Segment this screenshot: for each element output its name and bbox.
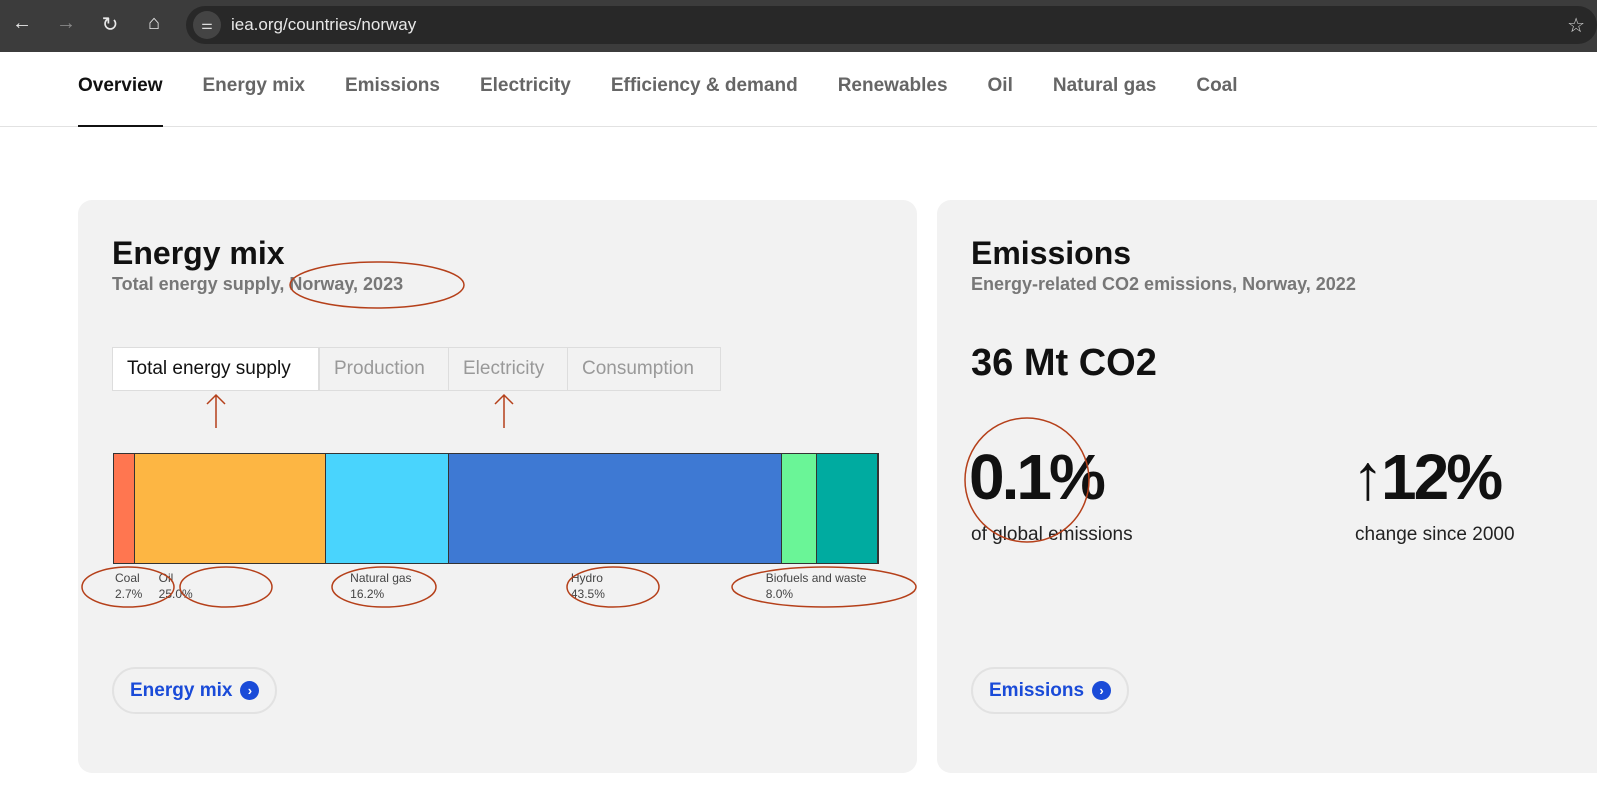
site-settings-icon[interactable]: ⚌ [193,11,221,39]
bar-segment-coal[interactable] [114,454,135,563]
global-share-caption: of global emissions [971,524,1133,545]
emissions-link-label: Emissions [989,679,1085,701]
nav-tab-efficiency-demand[interactable]: Efficiency & demand [611,52,798,127]
bar-label-value: 25.0% [158,587,193,601]
energy-mix-bar [113,453,879,564]
emissions-total: 36 Mt CO2 [971,342,1157,384]
home-icon[interactable]: ⌂ [140,12,168,35]
reload-icon[interactable]: ↻ [96,12,124,37]
toggle-total-energy-supply[interactable]: Total energy supply [112,347,319,391]
change-value: ↑12% [1352,441,1503,513]
bookmark-star-icon[interactable]: ☆ [1567,13,1585,38]
bar-label-value: 8.0% [765,587,794,601]
bar-label-name: Hydro [570,571,603,585]
forward-icon[interactable]: → [52,12,80,35]
nav-tab-coal[interactable]: Coal [1196,52,1237,127]
chevron-right-icon: › [1092,681,1112,700]
nav-tab-overview[interactable]: Overview [78,52,163,127]
energy-mix-card: Energy mix Total energy supply, Norway, … [78,200,917,773]
change-caption: change since 2000 [1355,524,1515,545]
energy-mix-subtitle: Total energy supply, Norway, 2023 [112,274,404,294]
nav-tab-emissions[interactable]: Emissions [345,52,440,127]
country-nav: Overview Energy mix Emissions Electricity Ef… [0,52,1597,127]
bar-label-name: Coal [115,571,140,585]
bar-segment-natural-gas[interactable] [325,454,450,563]
bar-label: Oil 25.0% [159,570,193,602]
emissions-card: Emissions Energy-related CO2 emissions, … [937,200,1597,773]
browser-toolbar: ← → ↻ ⌂ ⚌ iea.org/countries/norway ☆ [0,0,1597,52]
bar-segment-unlabeled[interactable] [781,454,817,563]
bar-label: Biofuels and waste 8.0% [766,570,867,602]
emissions-title: Emissions [971,235,1132,271]
nav-tab-natural-gas[interactable]: Natural gas [1053,52,1156,127]
bar-label-name: Natural gas [350,571,412,585]
bar-label-name: Oil [158,571,174,585]
bar-label-value: 16.2% [350,587,385,601]
emissions-subtitle: Energy-related CO2 emissions, Norway, 20… [971,274,1356,294]
toggle-electricity[interactable]: Electricity [448,347,568,391]
url-text[interactable]: iea.org/countries/norway [231,15,416,35]
bar-label-value: 43.5% [570,587,605,601]
toggle-consumption[interactable]: Consumption [567,347,721,391]
energy-mix-link[interactable]: Energy mix › [112,667,278,714]
global-share-value: 0.1% [969,441,1106,513]
back-icon[interactable]: ← [8,12,36,35]
chevron-right-icon: › [240,681,260,700]
address-bar[interactable]: ⚌ iea.org/countries/norway ☆ [186,6,1597,44]
nav-tab-energy-mix[interactable]: Energy mix [203,52,305,127]
toggle-production[interactable]: Production [319,347,449,391]
bar-label-value: 2.7% [115,587,143,601]
nav-tab-oil[interactable]: Oil [988,52,1013,127]
energy-mix-title: Energy mix [112,235,285,271]
bar-segment-hydro[interactable] [449,454,782,563]
bar-label-name: Biofuels and waste [765,571,867,585]
nav-tab-electricity[interactable]: Electricity [480,52,571,127]
bar-label: Hydro 43.5% [571,570,605,602]
bar-label: Coal 2.7% [115,570,142,602]
energy-mix-link-label: Energy mix [130,679,233,701]
nav-tab-renewables[interactable]: Renewables [838,52,948,127]
emissions-link[interactable]: Emissions › [971,667,1130,714]
bar-segment-oil[interactable] [134,454,326,563]
bar-label: Natural gas 16.2% [350,570,411,602]
bar-segment-biofuels-and-waste[interactable] [816,454,878,563]
